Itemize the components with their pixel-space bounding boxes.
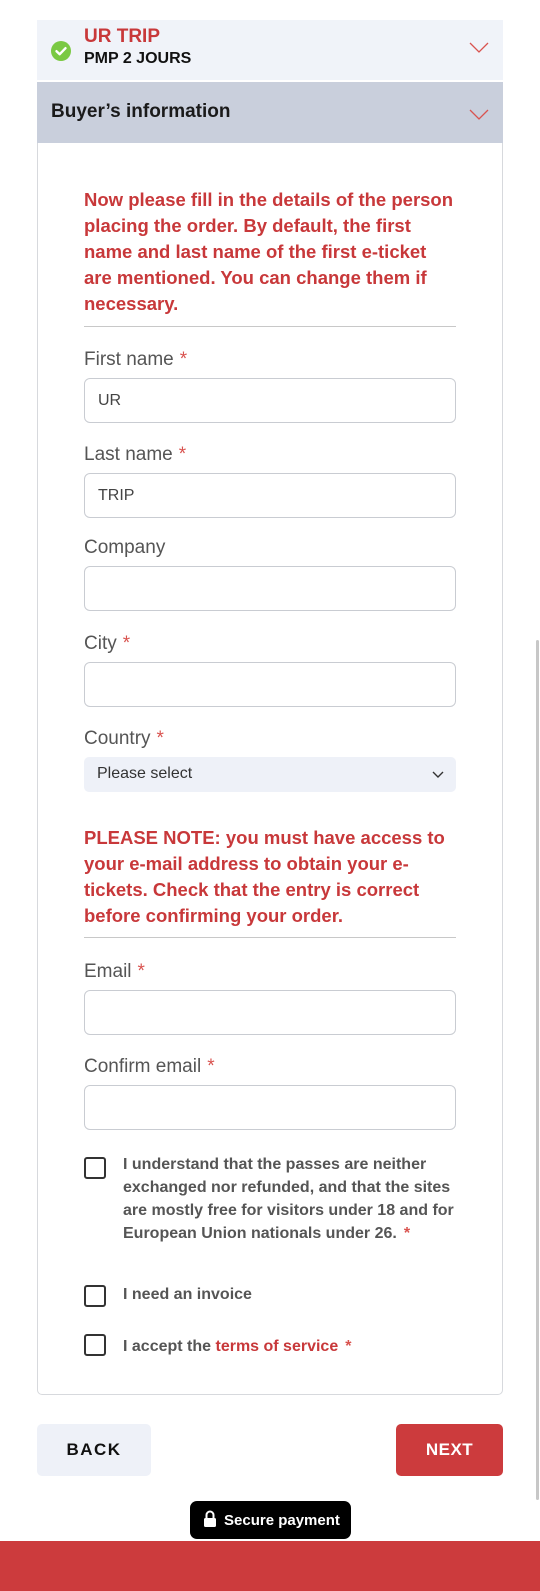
trip-title: UR TRIP — [84, 26, 160, 47]
country-label: Country * — [84, 728, 164, 749]
required-asterisk: * — [156, 728, 164, 749]
invoice-checkbox-label: I need an invoice — [123, 1286, 252, 1303]
last-name-input[interactable] — [84, 473, 456, 518]
chevron-down-icon — [432, 771, 444, 778]
intro-notice: Now please fill in the details of the pe… — [84, 189, 454, 314]
footer-bar — [0, 1541, 540, 1591]
confirm-email-label: Confirm email * — [84, 1056, 215, 1077]
buyer-info-accordion-header[interactable]: Buyer’s information — [37, 82, 503, 143]
company-input[interactable] — [84, 566, 456, 611]
invoice-checkbox[interactable] — [84, 1285, 106, 1307]
city-input[interactable] — [84, 662, 456, 707]
trip-subtitle: PMP 2 JOURS — [84, 50, 192, 67]
first-name-input[interactable] — [84, 378, 456, 423]
email-label: Email * — [84, 961, 145, 982]
email-notice: PLEASE NOTE: you must have access to you… — [84, 827, 445, 926]
policy-checkbox-label: I understand that the passes are neither… — [123, 1156, 454, 1242]
terms-checkbox-label: I accept the terms of service * — [123, 1338, 352, 1355]
check-circle-icon — [51, 41, 71, 61]
required-asterisk: * — [207, 1056, 215, 1077]
confirm-email-input[interactable] — [84, 1085, 456, 1130]
first-name-label: First name * — [84, 349, 188, 370]
email-input[interactable] — [84, 990, 456, 1035]
country-select[interactable]: Please select — [84, 757, 456, 792]
required-asterisk: * — [179, 349, 188, 370]
page-scrollbar[interactable] — [536, 640, 539, 1500]
required-asterisk: * — [137, 961, 145, 982]
terms-checkbox[interactable] — [84, 1334, 106, 1356]
policy-checkbox[interactable] — [84, 1157, 106, 1179]
chevron-down-icon — [469, 42, 489, 53]
secure-payment-badge: Secure payment — [190, 1501, 351, 1539]
lock-icon — [204, 1510, 216, 1527]
trip-accordion-header[interactable]: UR TRIP PMP 2 JOURS — [37, 20, 503, 80]
terms-of-service-link[interactable]: terms of service — [215, 1338, 338, 1355]
company-label: Company — [84, 537, 166, 558]
next-button[interactable]: NEXT — [396, 1424, 503, 1476]
required-asterisk: * — [345, 1338, 352, 1355]
divider — [84, 326, 456, 327]
checkout-page: UR TRIP PMP 2 JOURS Buyer’s information … — [0, 0, 540, 1591]
city-label: City * — [84, 633, 131, 654]
buyer-info-title: Buyer’s information — [51, 101, 231, 122]
secure-payment-label: Secure payment — [224, 1512, 340, 1529]
required-asterisk: * — [122, 633, 131, 654]
required-asterisk: * — [178, 444, 187, 465]
required-asterisk: * — [403, 1225, 411, 1242]
last-name-label: Last name * — [84, 444, 187, 465]
back-button[interactable]: BACK — [37, 1424, 151, 1476]
chevron-down-icon — [469, 109, 489, 120]
country-select-value: Please select — [97, 765, 193, 782]
divider — [84, 937, 456, 938]
